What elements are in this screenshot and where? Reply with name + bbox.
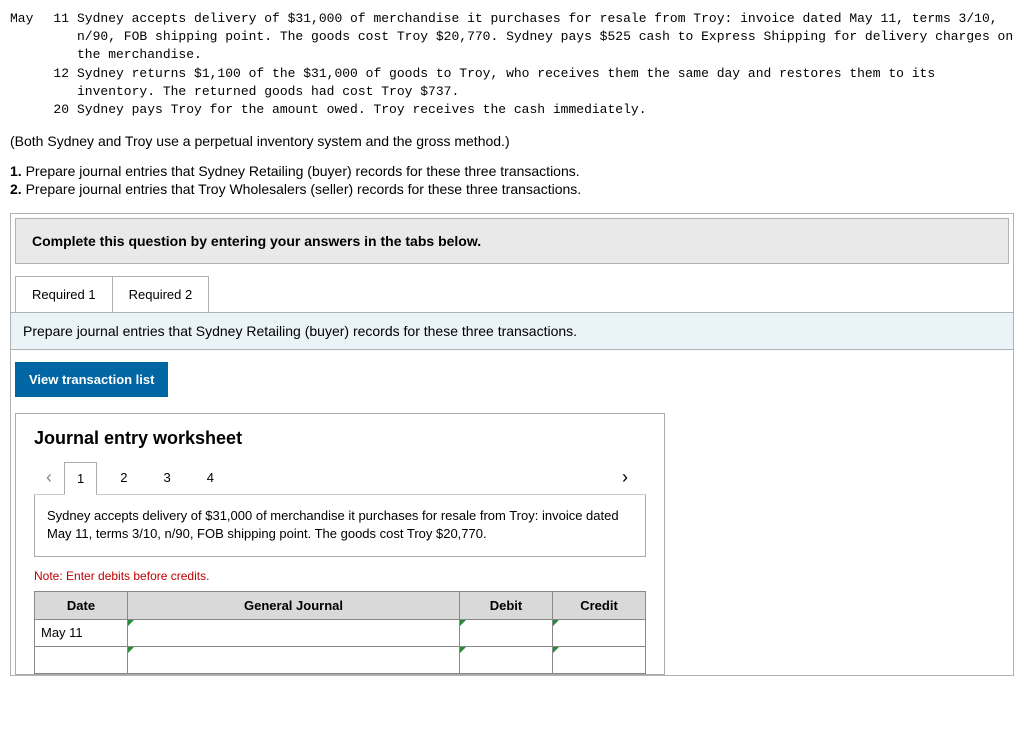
system-note: (Both Sydney and Troy use a perpetual in… [10, 133, 1014, 149]
table-row: May 11 [35, 619, 646, 646]
tab-required-2[interactable]: Required 2 [112, 276, 210, 312]
col-header-date: Date [35, 591, 128, 619]
journal-table: Date General Journal Debit Credit May 11 [34, 591, 646, 674]
tab-required-1[interactable]: Required 1 [15, 276, 113, 312]
chevron-left-icon[interactable]: ‹ [34, 461, 64, 494]
transaction-list: May 11 Sydney accepts delivery of $31,00… [10, 10, 1014, 119]
entry-tab-1[interactable]: 1 [64, 462, 97, 495]
answer-area: Complete this question by entering your … [10, 213, 1014, 675]
transaction-day: 11 [45, 10, 77, 28]
transaction-month: May [10, 10, 45, 28]
transaction-text: Sydney accepts delivery of $31,000 of me… [77, 10, 1014, 65]
entry-tab-3[interactable]: 3 [150, 461, 183, 494]
debit-cell[interactable] [460, 619, 553, 646]
tab-instruction: Prepare journal entries that Sydney Reta… [11, 313, 1013, 350]
entry-tab-2[interactable]: 2 [107, 461, 140, 494]
date-cell [35, 646, 128, 673]
transaction-text: Sydney pays Troy for the amount owed. Tr… [77, 101, 1014, 119]
col-header-debit: Debit [460, 591, 553, 619]
debit-cell[interactable] [460, 646, 553, 673]
chevron-right-icon[interactable]: › [610, 461, 640, 494]
general-journal-cell[interactable] [128, 646, 460, 673]
table-row [35, 646, 646, 673]
question-number: 1. [10, 163, 22, 179]
note-text: Note: Enter debits before credits. [34, 569, 646, 583]
entry-tab-4[interactable]: 4 [194, 461, 227, 494]
questions: 1. Prepare journal entries that Sydney R… [10, 163, 1014, 197]
transaction-day: 12 [45, 65, 77, 83]
transaction-day: 20 [45, 101, 77, 119]
question-text: Prepare journal entries that Troy Wholes… [26, 181, 582, 197]
question-number: 2. [10, 181, 22, 197]
journal-worksheet: Journal entry worksheet ‹ 1 2 3 4 › Sydn… [15, 413, 665, 674]
credit-cell[interactable] [553, 646, 646, 673]
date-cell: May 11 [35, 619, 128, 646]
general-journal-cell[interactable] [128, 619, 460, 646]
col-header-general-journal: General Journal [128, 591, 460, 619]
entry-description: Sydney accepts delivery of $31,000 of me… [34, 495, 646, 556]
col-header-credit: Credit [553, 591, 646, 619]
tabs-row: Required 1 Required 2 [11, 276, 1013, 313]
entry-nav: ‹ 1 2 3 4 › [34, 461, 646, 495]
instruction-bar: Complete this question by entering your … [15, 218, 1009, 264]
question-text: Prepare journal entries that Sydney Reta… [26, 163, 580, 179]
worksheet-title: Journal entry worksheet [34, 428, 646, 449]
view-transaction-list-button[interactable]: View transaction list [15, 362, 168, 397]
transaction-text: Sydney returns $1,100 of the $31,000 of … [77, 65, 1014, 101]
credit-cell[interactable] [553, 619, 646, 646]
